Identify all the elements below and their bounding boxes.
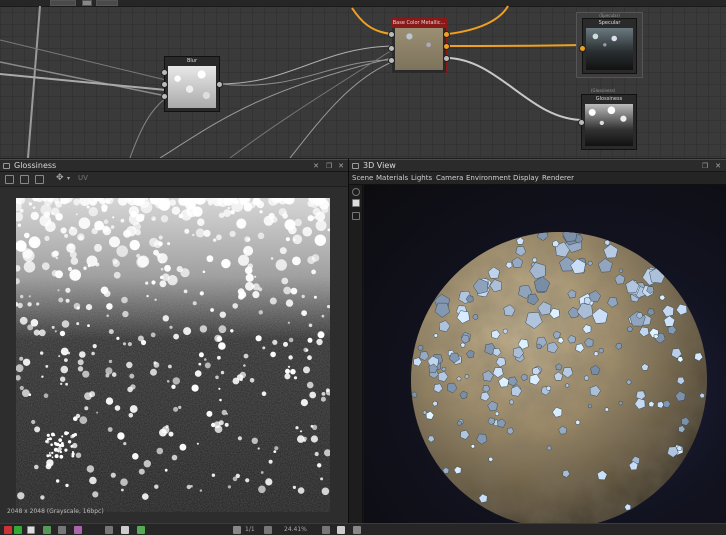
3d-view-header: 3D View ❐ ✕ <box>349 159 726 172</box>
menu-environment[interactable]: Environment <box>466 172 511 185</box>
node-glossiness-thumbnail <box>585 104 633 146</box>
paint-icon[interactable] <box>352 212 360 220</box>
node-blur-title: Blur <box>186 58 198 64</box>
glossiness-texture-canvas[interactable] <box>16 198 330 512</box>
light-icon[interactable] <box>352 188 360 196</box>
glossiness-toolbar: ✥ ▾ UV <box>0 172 348 187</box>
close-icon[interactable]: ✕ <box>714 162 722 170</box>
page-icon <box>233 526 241 534</box>
node-specular-title: Specular <box>598 20 621 26</box>
chevron-down-icon[interactable]: ▾ <box>67 175 70 182</box>
3d-view-status-icon[interactable] <box>353 526 361 534</box>
node-blur-input-port[interactable] <box>161 69 168 76</box>
node-base-thumbnail <box>395 28 443 70</box>
histogram-icon[interactable] <box>121 526 129 534</box>
move-icon[interactable]: ✥ <box>56 173 64 183</box>
save-icon[interactable] <box>35 175 44 184</box>
node-base-color-metallic[interactable]: Base Color Metallic... <box>388 18 450 74</box>
node-base-input-port[interactable] <box>388 31 395 38</box>
uv-toggle[interactable]: UV <box>78 174 88 182</box>
3d-view-title: 3D View <box>363 161 396 170</box>
zoom-level[interactable]: 24.41% <box>284 525 307 535</box>
menu-materials[interactable]: Materials <box>376 172 408 185</box>
node-base-input-port[interactable] <box>388 45 395 52</box>
node-specular[interactable]: Specular <box>579 18 637 74</box>
node-blur-thumbnail <box>168 66 216 108</box>
node-glossiness[interactable]: Glossiness <box>578 94 637 150</box>
3d-view-menubar: Scene Materials Lights Camera Environmen… <box>349 172 726 185</box>
node-blur-input-port[interactable] <box>161 93 168 100</box>
node-specular-thumbnail <box>586 28 633 70</box>
material-preview-sphere <box>411 232 707 525</box>
glossiness-texture-image <box>16 198 330 512</box>
float-icon[interactable]: ❐ <box>325 162 333 170</box>
channel-icon[interactable] <box>43 526 51 534</box>
3d-view-panel: 3D View ❐ ✕ Scene Materials Lights Camer… <box>349 159 726 535</box>
node-base-input-port[interactable] <box>388 57 395 64</box>
zoom-in-icon[interactable] <box>322 526 330 534</box>
zoom-out-icon[interactable] <box>264 526 272 534</box>
close-icon[interactable]: ✕ <box>337 162 345 170</box>
channel-toggle-icon[interactable] <box>27 526 35 534</box>
fit-icon[interactable] <box>337 526 345 534</box>
channel-r-icon[interactable] <box>4 526 12 534</box>
pin-icon[interactable]: ✕ <box>312 162 320 170</box>
menu-camera[interactable]: Camera <box>436 172 463 185</box>
3d-viewport[interactable] <box>364 185 726 525</box>
node-glossiness-badge: (Glossiness) <box>591 88 616 93</box>
texture-info-status: 2048 x 2048 (Grayscale, 16bpc) <box>7 508 104 515</box>
glossiness-panel-title: Glossiness <box>14 161 57 170</box>
node-base-output-port[interactable] <box>443 43 450 50</box>
channel-g-icon[interactable] <box>14 526 22 534</box>
menu-lights[interactable]: Lights <box>411 172 432 185</box>
node-base-title: Base Color Metallic... <box>392 19 446 28</box>
node-specular-input-port[interactable] <box>579 45 586 52</box>
3d-view-icon <box>352 163 359 169</box>
node-blur-input-port[interactable] <box>161 81 168 88</box>
color-icon[interactable] <box>137 526 145 534</box>
menu-display[interactable]: Display <box>513 172 539 185</box>
glossiness-panel-header: Glossiness ✕ ❐ ✕ <box>0 159 348 172</box>
alpha-icon[interactable] <box>74 526 82 534</box>
node-base-output-port[interactable] <box>443 55 450 62</box>
menu-scene[interactable]: Scene <box>352 172 373 185</box>
bottom-statusbar: 1/1 24.41% <box>0 523 726 535</box>
node-base-output-port[interactable] <box>443 31 450 38</box>
page-counter: 1/1 <box>245 526 255 533</box>
node-graph[interactable]: Blur Base Color Metallic... (Specular) S… <box>0 0 726 158</box>
node-blur[interactable]: Blur <box>161 56 223 112</box>
tile-icon[interactable] <box>105 526 113 534</box>
float-icon[interactable]: ❐ <box>701 162 709 170</box>
node-glossiness-title: Glossiness <box>595 96 623 102</box>
node-blur-output-port[interactable] <box>216 81 223 88</box>
menu-renderer[interactable]: Renderer <box>542 172 574 185</box>
layers-icon[interactable] <box>20 175 29 184</box>
app-window: Blur Base Color Metallic... (Specular) S… <box>0 0 726 535</box>
node-specular-frame[interactable]: (Specular) Specular <box>576 12 643 78</box>
2d-view-icon <box>3 163 10 169</box>
grid-icon[interactable] <box>58 526 66 534</box>
select-icon[interactable] <box>352 199 360 207</box>
image-icon[interactable] <box>5 175 14 184</box>
node-glossiness-input-port[interactable] <box>578 119 585 126</box>
3d-view-side-toolbar <box>349 185 363 525</box>
